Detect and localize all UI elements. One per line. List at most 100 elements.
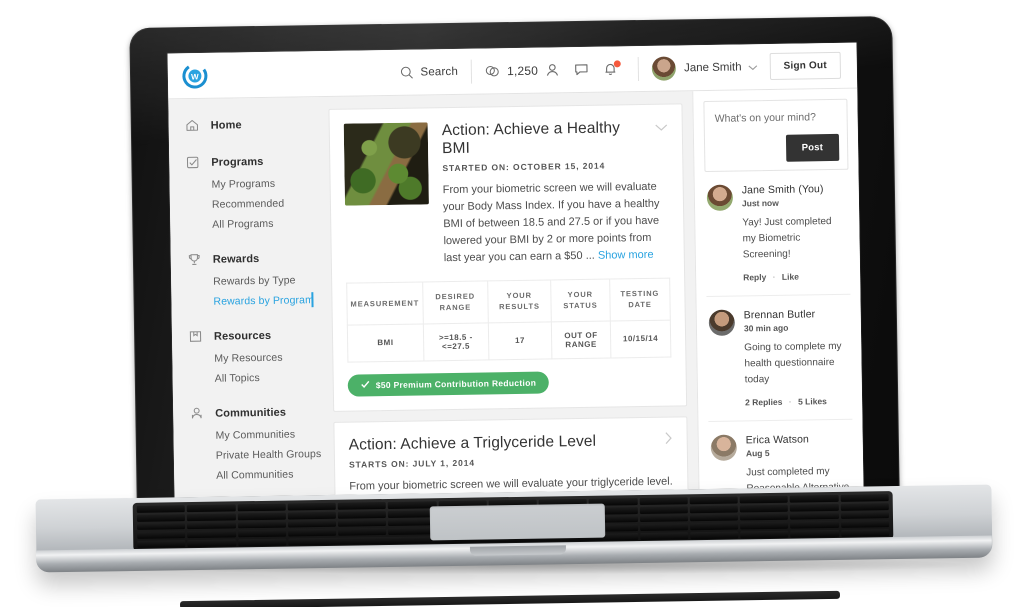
checkbox-icon [186, 156, 199, 169]
username-label: Jane Smith [683, 60, 742, 74]
card-title-row: Action: Achieve a Healthy BMI [442, 119, 669, 159]
chevron-down-icon[interactable] [645, 119, 668, 137]
card-title: Action: Achieve a Triglyceride Level [348, 432, 597, 454]
check-icon [361, 380, 370, 390]
sign-out-button[interactable]: Sign Out [769, 51, 842, 80]
nav-group-communities: Communities My Communities Private Healt… [173, 399, 324, 486]
points-value: 1,250 [506, 63, 539, 78]
col-desired-range: DESIRED RANGE [422, 281, 489, 324]
base-notch [469, 545, 567, 556]
sidebar-item-my-programs[interactable]: My Programs [169, 173, 319, 195]
started-on-label: STARTED ON: [442, 162, 510, 174]
card-starts-on: STARTS ON: JULY 1, 2014 [349, 454, 673, 469]
post-author[interactable]: Brennan Butler [744, 308, 849, 321]
divider [637, 56, 640, 81]
feed-post: Erica Watson Aug 5 Just completed my Rea… [708, 420, 854, 498]
post-timestamp: 30 min ago [743, 322, 789, 334]
notification-dot [613, 60, 622, 68]
card-title-row: Action: Achieve a Triglyceride Level [349, 431, 673, 454]
table-row: BMI >=18.5 - <=27.5 17 OUT OF RANGE 10/1… [347, 319, 671, 362]
post-button[interactable]: Post [785, 133, 840, 162]
sidebar-item-my-communities[interactable]: My Communities [173, 424, 323, 446]
asparagus-vegetables-photo [343, 122, 429, 206]
separator-dot: · [772, 271, 776, 282]
post-text: Yay! Just completed my Biometric Screeni… [742, 216, 832, 261]
laptop-hinge [179, 590, 841, 607]
separator-dot: · [788, 396, 792, 407]
user-avatar[interactable] [651, 55, 677, 81]
starts-on-label: STARTS ON: [348, 458, 410, 470]
post-timestamp: Just now [741, 197, 779, 209]
post-stats: 2 Replies · 5 Likes [745, 396, 850, 408]
avatar-jane [706, 184, 734, 211]
col-your-results: YOUR RESULTS [487, 280, 552, 323]
trackpad[interactable] [429, 503, 606, 541]
laptop-screen: W Search 1,250 Jane Smith Sign Out Home … [167, 42, 864, 498]
nav-group-programs: Programs My Programs Recommended All Pro… [169, 148, 320, 235]
people-icon [191, 407, 202, 419]
main-content: Action: Achieve a Healthy BMI STARTED ON… [318, 91, 698, 498]
sidebar-item-all-topics[interactable]: All Topics [173, 367, 323, 389]
svg-text:W: W [191, 72, 199, 81]
search-label: Search [420, 65, 459, 78]
sidebar-item-communities[interactable]: Communities [173, 399, 323, 426]
sidebar-item-home[interactable]: Home [168, 111, 318, 138]
chevron-right-icon[interactable] [655, 431, 673, 449]
sidebar-item-all-programs[interactable]: All Programs [170, 213, 320, 235]
measurements-table: MEASUREMENT DESIRED RANGE YOUR RESULTS Y… [346, 278, 671, 363]
search-icon [399, 65, 413, 79]
nav-group-home: Home [168, 111, 318, 138]
sidebar-item-resources[interactable]: Resources [172, 322, 322, 349]
card-description: From your biometric screen we will evalu… [443, 179, 670, 268]
card-started-on: STARTED ON: OCTOBER 15, 2014 [442, 160, 668, 174]
post-author[interactable]: Erica Watson [746, 433, 851, 446]
sidebar-item-private-health-groups[interactable]: Private Health Groups [174, 444, 324, 466]
card-title: Action: Achieve a Healthy BMI [441, 119, 621, 158]
sidebar-item-programs[interactable]: Programs [169, 148, 319, 175]
sidebar-item-recommended[interactable]: Recommended [170, 193, 320, 215]
home-icon [186, 119, 199, 131]
avatar-erica [710, 434, 738, 461]
app-body: Home Programs My Programs Recommended Al… [168, 88, 864, 498]
post-input[interactable]: What's on your mind? [704, 100, 847, 136]
reward-card-bmi: Action: Achieve a Healthy BMI STARTED ON… [328, 103, 688, 412]
card-header: Action: Achieve a Healthy BMI STARTED ON… [329, 104, 683, 269]
trophy-icon [188, 254, 200, 265]
web-app: W Search 1,250 Jane Smith Sign Out Home … [167, 42, 864, 498]
replies-count[interactable]: 2 Replies [745, 397, 782, 408]
chevron-down-icon[interactable] [747, 58, 757, 76]
bell-icon[interactable] [596, 60, 625, 76]
table-header-row: MEASUREMENT DESIRED RANGE YOUR RESULTS Y… [346, 278, 671, 325]
post-text: Going to complete my health questionnair… [744, 340, 842, 386]
status-badge-earned: $50 Premium Contribution Reduction [347, 371, 550, 397]
col-measurement: MEASUREMENT [346, 282, 423, 325]
composer-footer: Post [705, 133, 848, 171]
reward-card-triglyceride: Action: Achieve a Triglyceride Level STA… [333, 416, 691, 498]
sidebar-label: Rewards [212, 252, 260, 266]
likes-count[interactable]: 5 Likes [798, 396, 827, 406]
sidebar-item-rewards-by-program[interactable]: Rewards by Program [171, 290, 321, 312]
sidebar-label: Home [210, 118, 242, 132]
activity-feed-panel: What's on your mind? Post Jane Smith (Yo… [692, 88, 864, 494]
nav-group-rewards: Rewards Rewards by Type Rewards by Progr… [171, 245, 322, 312]
w-circle-logo-icon[interactable]: W [182, 62, 208, 89]
started-on-value: OCTOBER 15, 2014 [512, 160, 606, 173]
sidebar-navigation: Home Programs My Programs Recommended Al… [168, 97, 325, 498]
profile-icon[interactable] [538, 62, 567, 77]
search-button[interactable]: Search [399, 64, 458, 79]
col-your-status: YOUR STATUS [550, 279, 611, 322]
sidebar-item-rewards-by-type[interactable]: Rewards by Type [171, 270, 321, 292]
top-bar-actions: Search 1,250 Jane Smith Sign Out [399, 51, 842, 86]
sidebar-label: Communities [215, 406, 287, 420]
sidebar-item-all-communities[interactable]: All Communities [174, 464, 324, 486]
chat-bubble-icon[interactable] [567, 62, 596, 77]
sidebar-item-my-resources[interactable]: My Resources [172, 347, 322, 369]
points-display[interactable]: 1,250 [485, 63, 538, 78]
show-more-link[interactable]: Show more [598, 249, 654, 262]
badge-label: $50 Premium Contribution Reduction [375, 377, 537, 390]
like-link[interactable]: Like [782, 272, 799, 282]
reply-link[interactable]: Reply [743, 272, 766, 282]
post-actions: Reply · Like [743, 271, 848, 283]
post-author[interactable]: Jane Smith (You) [742, 183, 847, 196]
sidebar-item-rewards[interactable]: Rewards [171, 245, 321, 272]
